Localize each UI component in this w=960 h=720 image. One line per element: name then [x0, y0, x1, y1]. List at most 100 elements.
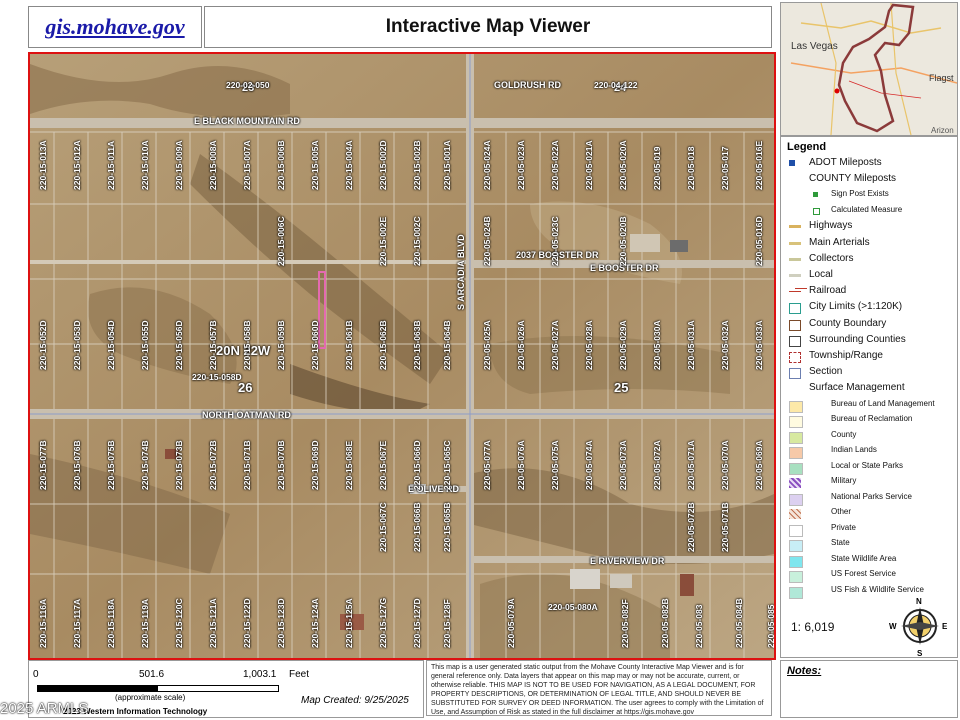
parcel-label[interactable]: 220-15-063B	[412, 320, 422, 370]
parcel-label[interactable]: 220-15-067E	[378, 441, 388, 490]
parcel-label[interactable]: 220-05-069A	[754, 440, 764, 490]
parcel-label[interactable]: 220-15-054D	[106, 320, 116, 370]
parcel-label[interactable]: 220-05-075A	[550, 440, 560, 490]
parcel-label[interactable]: 220-15-005A	[310, 140, 320, 190]
parcel-label[interactable]: 220-15-117A	[72, 599, 82, 648]
parcel-label[interactable]: 220-05-017	[720, 147, 730, 190]
parcel-label[interactable]: 220-15-066B	[412, 502, 422, 552]
parcel-label[interactable]: 220-15-062B	[378, 320, 388, 370]
parcel-label[interactable]: 220-05-076A	[516, 440, 526, 490]
parcel-label[interactable]: 220-15-065C	[442, 440, 452, 490]
parcel-label[interactable]: 220-05-023A	[516, 140, 526, 190]
parcel-label[interactable]: 220-15-065B	[442, 502, 452, 552]
parcel-label[interactable]: 220-15-002C	[412, 216, 422, 266]
parcel-label[interactable]: 220-05-018	[686, 147, 696, 190]
parcel-label[interactable]: 220-05-083	[694, 605, 704, 648]
parcel-label[interactable]: 220-04-122	[594, 80, 637, 90]
parcel-label[interactable]: 220-15-059B	[276, 320, 286, 370]
parcel-label[interactable]: 220-05-077A	[482, 440, 492, 490]
site-logo-link[interactable]: gis.mohave.gov	[45, 14, 184, 40]
parcel-label[interactable]: 220-05-033A	[754, 320, 764, 370]
parcel-label[interactable]: 220-05-082F	[620, 599, 630, 648]
parcel-label[interactable]: 220-05-084B	[734, 598, 744, 648]
parcel-label[interactable]: 220-15-118A	[106, 599, 116, 648]
parcel-label[interactable]: 220-05-020B	[618, 216, 628, 266]
parcel-label[interactable]: 220-05-016D	[754, 216, 764, 266]
parcel-label[interactable]: 220-15-010A	[140, 140, 150, 190]
parcel-label[interactable]: 220-05-021A	[584, 140, 594, 190]
parcel-label[interactable]: 220-15-122D	[242, 598, 252, 648]
parcel-label[interactable]: 220-15-121A	[208, 598, 218, 648]
parcel-label[interactable]: 220-05-031A	[686, 320, 696, 370]
parcel-label[interactable]: 220-15-006C	[276, 216, 286, 266]
parcel-label[interactable]: 220-15-127D	[412, 598, 422, 648]
parcel-label[interactable]: 220-05-028A	[584, 320, 594, 370]
parcel-label[interactable]: 220-15-071B	[242, 440, 252, 490]
map-frame[interactable]: GOLDRUSH RD E BLACK MOUNTAIN RD 2037 BOO…	[28, 52, 776, 660]
parcel-label[interactable]: 220-15-002B	[412, 140, 422, 190]
parcel-label[interactable]: 220-15-127G	[378, 598, 388, 648]
parcel-label[interactable]: 220-15-070B	[276, 440, 286, 490]
parcel-label[interactable]: 220-15-011A	[106, 141, 116, 190]
parcel-label[interactable]: 220-15-125A	[344, 598, 354, 648]
parcel-label[interactable]: 220-05-029A	[618, 320, 628, 370]
parcel-label[interactable]: 220-15-075B	[106, 440, 116, 490]
parcel-label[interactable]: 220-05-080A	[548, 602, 598, 612]
parcel-label[interactable]: 220-15-013A	[38, 140, 48, 190]
parcel-label[interactable]: 220-15-123D	[276, 598, 286, 648]
parcel-label[interactable]: 220-05-026A	[516, 320, 526, 370]
parcel-label[interactable]: 220-15-053D	[72, 320, 82, 370]
parcel-label[interactable]: 220-15-008A	[208, 140, 218, 190]
parcel-label[interactable]: 220-15-073B	[174, 440, 184, 490]
parcel-label[interactable]: 220-05-072B	[686, 502, 696, 552]
parcel-label[interactable]: 220-15-056D	[174, 320, 184, 370]
parcel-label[interactable]: 220-05-027A	[550, 320, 560, 370]
parcel-label[interactable]: 220-05-032A	[720, 320, 730, 370]
parcel-label[interactable]: 220-15-067C	[378, 502, 388, 552]
parcel-label[interactable]: 220-15-002E	[378, 217, 388, 266]
parcel-label[interactable]: 220-05-030A	[652, 320, 662, 370]
parcel-label[interactable]: 220-15-012A	[72, 140, 82, 190]
parcel-label[interactable]: 220-05-072A	[652, 440, 662, 490]
parcel-label[interactable]: 220-15-076B	[72, 440, 82, 490]
parcel-label[interactable]: 220-05-079A	[506, 598, 516, 648]
parcel-label[interactable]: 220-15-124A	[310, 598, 320, 648]
parcel-label[interactable]: 220-05-085	[766, 605, 774, 648]
parcel-label[interactable]: 220-05-082B	[660, 598, 670, 648]
parcel-label[interactable]: 220-05-070A	[720, 440, 730, 490]
parcel-label[interactable]: 220-15-066D	[412, 440, 422, 490]
parcel-label[interactable]: 220-02-050	[226, 80, 269, 90]
parcel-label[interactable]: 220-15-004A	[344, 140, 354, 190]
parcel-label[interactable]: 220-15-116A	[38, 599, 48, 648]
parcel-label[interactable]: 220-05-024B	[482, 216, 492, 266]
parcel-label[interactable]: 220-05-020A	[618, 140, 628, 190]
parcel-label[interactable]: 220-15-002D	[378, 140, 388, 190]
parcel-label[interactable]: 220-05-024A	[482, 140, 492, 190]
parcel-label[interactable]: 220-15-120C	[174, 598, 184, 648]
parcel-label[interactable]: 220-15-006B	[276, 140, 286, 190]
parcel-label[interactable]: 220-15-052D	[38, 320, 48, 370]
parcel-label[interactable]: 220-05-071A	[686, 440, 696, 490]
parcel-label[interactable]: 220-05-022A	[550, 140, 560, 190]
parcel-label[interactable]: 220-15-009A	[174, 140, 184, 190]
parcel-label[interactable]: 220-15-119A	[140, 599, 150, 648]
parcel-label[interactable]: 220-15-069D	[310, 440, 320, 490]
parcel-label[interactable]: 220-15-061B	[344, 320, 354, 370]
parcel-label[interactable]: 220-15-057B	[208, 320, 218, 370]
parcel-label[interactable]: 220-15-058D	[192, 372, 242, 382]
parcel-label[interactable]: 220-05-073A	[618, 440, 628, 490]
parcel-label[interactable]: 220-05-016E	[754, 141, 764, 190]
parcel-label[interactable]: 220-15-058B	[242, 320, 252, 370]
parcel-label[interactable]: 220-15-072B	[208, 440, 218, 490]
parcel-label[interactable]: 220-15-001A	[442, 140, 452, 190]
parcel-label[interactable]: 220-15-077B	[38, 440, 48, 490]
parcel-label[interactable]: 220-05-019	[652, 147, 662, 190]
parcel-label[interactable]: 220-05-071B	[720, 502, 730, 552]
parcel-label[interactable]: 220-15-007A	[242, 140, 252, 190]
parcel-label[interactable]: 220-15-060D	[310, 320, 320, 370]
parcel-label[interactable]: 220-15-068E	[344, 441, 354, 490]
parcel-label[interactable]: 220-15-128F	[442, 599, 452, 648]
parcel-label[interactable]: 220-15-074B	[140, 440, 150, 490]
parcel-label[interactable]: 220-15-064B	[442, 320, 452, 370]
parcel-label[interactable]: 220-05-025A	[482, 320, 492, 370]
